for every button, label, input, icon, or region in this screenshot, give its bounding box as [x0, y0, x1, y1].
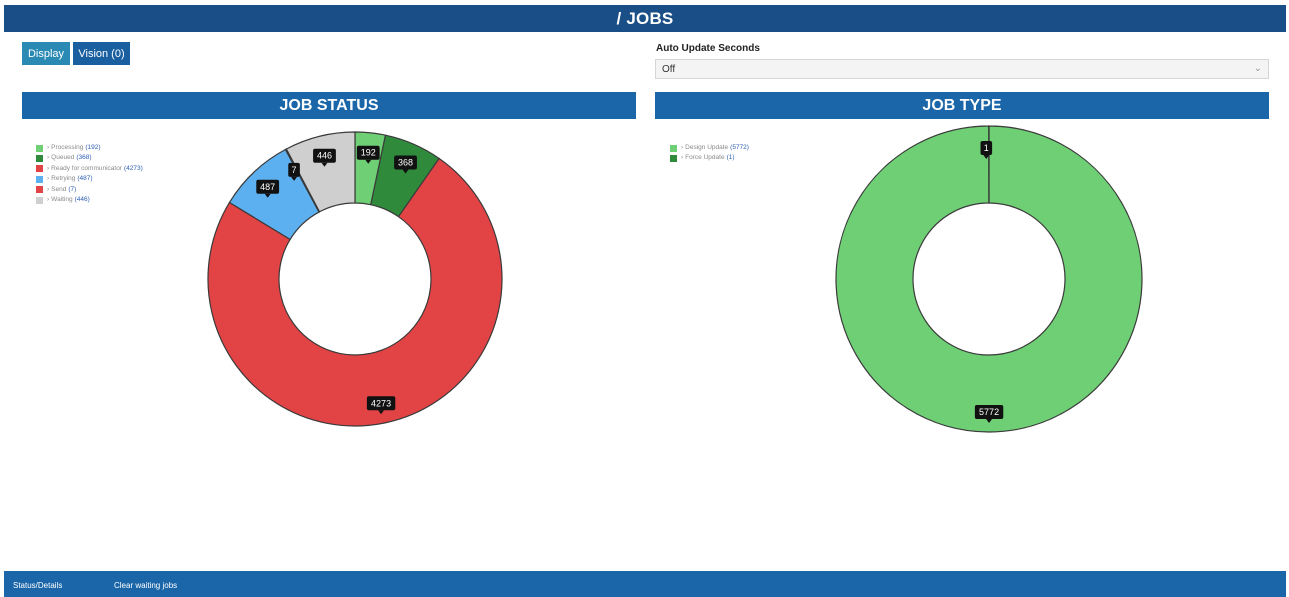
clear-waiting-jobs-link[interactable]: Clear waiting jobs: [114, 581, 177, 590]
status-details-link[interactable]: Status/Details: [13, 581, 62, 590]
data-label-text: 5772: [979, 407, 999, 417]
job-type-donut-chart: 5772 1: [835, 125, 1143, 433]
footer-bar: Status/Details Clear waiting jobs: [4, 571, 1286, 597]
data-label-text: 1: [984, 143, 989, 153]
